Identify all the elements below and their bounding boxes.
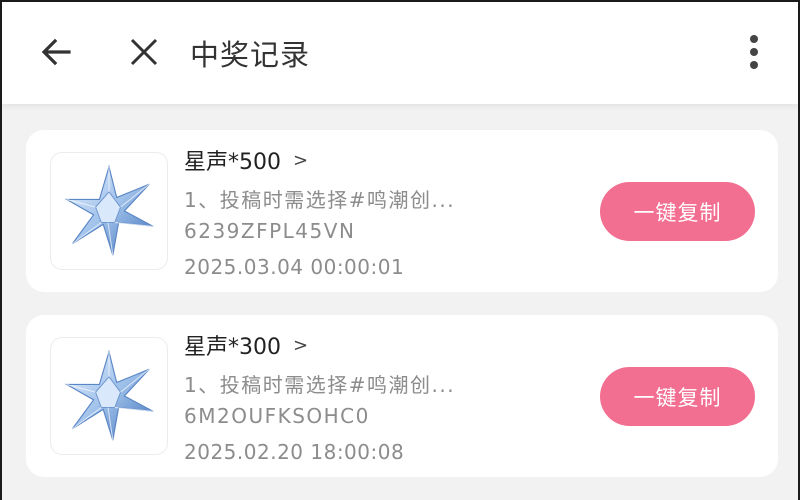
chevron-right-icon: > — [293, 334, 309, 356]
page-title: 中奖记录 — [190, 38, 311, 72]
star-crystal-icon — [64, 164, 154, 256]
prize-thumbnail — [50, 152, 168, 270]
prize-description: 1、投稿时需选择#鸣潮创... — [184, 373, 456, 397]
more-vertical-icon — [750, 35, 758, 69]
close-icon — [130, 38, 158, 66]
star-crystal-icon — [64, 349, 154, 441]
prize-name-row[interactable]: 星声*500 > — [184, 144, 308, 176]
arrow-left-icon — [41, 38, 71, 66]
redeem-code: 6239ZFPL45VN — [184, 219, 356, 243]
copy-code-button[interactable]: 一键复制 — [600, 367, 755, 426]
win-time: 2025.03.04 00:00:01 — [184, 255, 405, 279]
win-time: 2025.02.20 18:00:08 — [184, 440, 405, 464]
back-button[interactable] — [32, 28, 80, 76]
redeem-code: 6M2OUFKSOHC0 — [184, 404, 370, 428]
prize-description: 1、投稿时需选择#鸣潮创... — [184, 188, 456, 212]
app-frame: 中奖记录 星声*500 > 1、投稿时需选择#鸣潮创... 6239ZFPL45… — [0, 0, 800, 500]
chevron-right-icon: > — [293, 149, 309, 171]
more-options-button[interactable] — [730, 28, 778, 76]
copy-code-button[interactable]: 一键复制 — [600, 182, 755, 241]
close-button[interactable] — [120, 28, 168, 76]
record-card[interactable]: 星声*300 > 1、投稿时需选择#鸣潮创... 6M2OUFKSOHC0 20… — [26, 315, 778, 477]
prize-name-row[interactable]: 星声*300 > — [184, 329, 308, 361]
prize-name: 星声*500 — [184, 150, 281, 175]
top-bar: 中奖记录 — [2, 2, 798, 104]
record-card[interactable]: 星声*500 > 1、投稿时需选择#鸣潮创... 6239ZFPL45VN 20… — [26, 130, 778, 292]
prize-thumbnail — [50, 337, 168, 455]
prize-name: 星声*300 — [184, 335, 281, 360]
